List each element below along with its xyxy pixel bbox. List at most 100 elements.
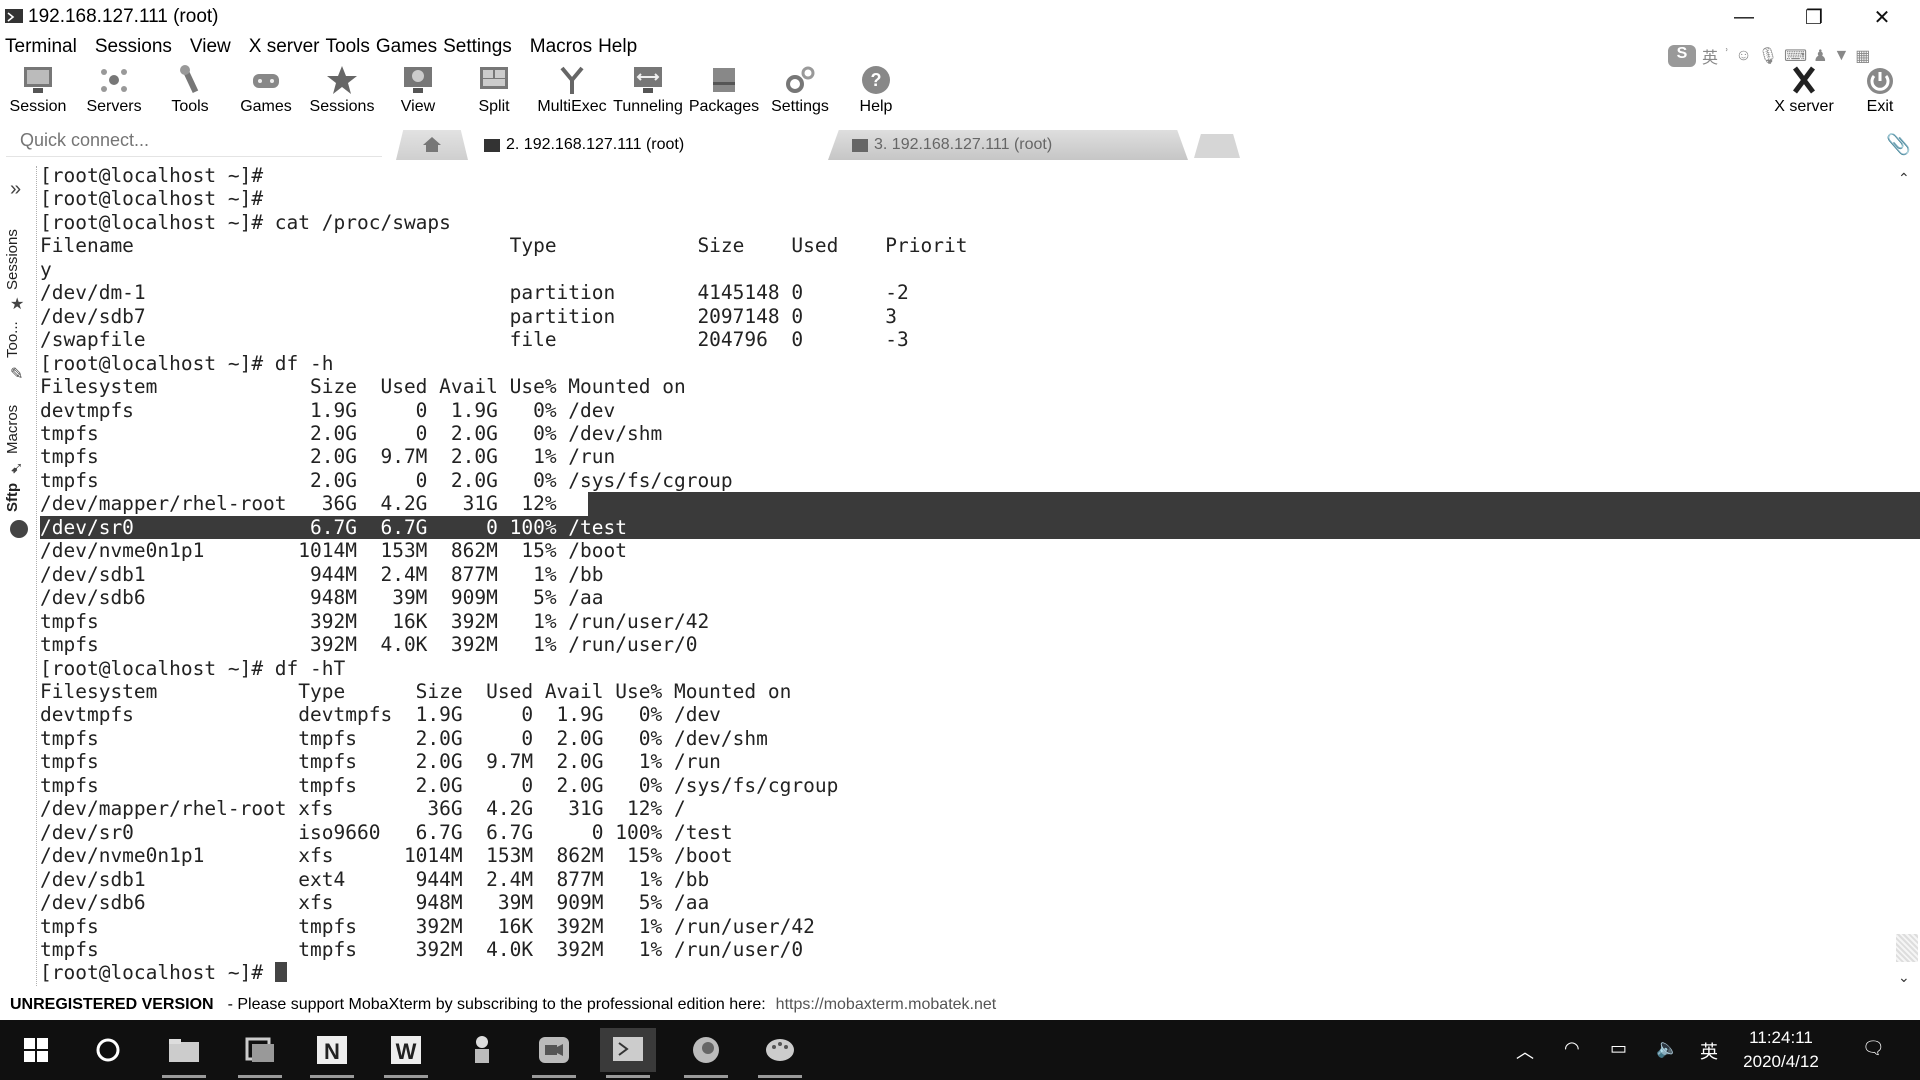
battery-icon[interactable]: ▭ (1610, 1038, 1627, 1059)
terminal-prompt-line: [root@localhost ~]# (40, 961, 1890, 984)
terminal-line: Filesystem Size Used Avail Use% Mounted … (40, 375, 686, 399)
sftp-globe-icon (10, 520, 28, 538)
onenote-icon: N (317, 1036, 347, 1064)
packages-button[interactable]: Packages (686, 62, 762, 120)
sidebar-tab-macros[interactable]: Macros (4, 405, 21, 454)
terminal-line: [root@localhost ~]# (40, 187, 264, 211)
show-hidden-icons-icon[interactable]: ︿ (1516, 1038, 1534, 1064)
sidebar-tab-sftp[interactable]: Sftp (4, 483, 21, 512)
restore-button[interactable]: ❐ (1784, 0, 1844, 34)
tunneling-button[interactable]: Tunneling (610, 62, 686, 120)
terminal-line: tmpfs 2.0G 0 2.0G 0% /sys/fs/cgroup (40, 468, 733, 492)
terminal-line: /dev/nvme0n1p1 xfs 1014M 153M 862M 15% /… (40, 844, 733, 868)
taskbar-word[interactable]: W (378, 1028, 434, 1078)
help-button[interactable]: ? Help (838, 62, 914, 120)
windows-taskbar: N W ︿ ◠ ▭ 🔈 英 11:24:11 2020/4/12 🗨 (0, 1020, 1920, 1080)
view-button[interactable]: View (380, 62, 456, 120)
clock-time: 11:24:11 (1749, 1028, 1813, 1047)
new-tab-button[interactable] (1194, 134, 1240, 158)
taskbar-file-explorer[interactable] (156, 1028, 212, 1078)
menu-settings[interactable]: Settings (443, 34, 512, 62)
menu-tools[interactable]: Tools (326, 34, 370, 62)
title-bar: 192.168.127.111 (root) — ❐ ✕ (0, 0, 1920, 34)
terminal-line: /dev/sr0 iso9660 6.7G 6.7G 0 100% /test (40, 820, 733, 844)
minimize-button[interactable]: — (1714, 0, 1774, 34)
search-button[interactable] (80, 1028, 136, 1072)
taskbar-video-app[interactable] (526, 1028, 582, 1078)
scroll-down-icon[interactable]: ⌄ (1898, 969, 1910, 986)
expand-sidebar-icon[interactable]: » (10, 178, 21, 201)
cortana-icon (96, 1038, 120, 1062)
menu-macros[interactable]: Macros (530, 34, 592, 62)
games-button[interactable]: Games (228, 62, 304, 120)
wifi-icon[interactable]: ◠ (1564, 1038, 1580, 1059)
terminal-selected-segment: / (568, 492, 581, 516)
settings-button[interactable]: Settings (762, 62, 838, 120)
terminal-scrollbar[interactable]: ⌃ ⌄ (1892, 164, 1918, 986)
terminal-line: [root@localhost ~]# df -hT (40, 656, 346, 680)
taskbar-firefox[interactable] (678, 1028, 734, 1078)
terminal-line: /dev/sdb1 ext4 944M 2.4M 877M 1% /bb (40, 867, 710, 891)
split-button[interactable]: Split (456, 62, 532, 120)
terminal-line: /dev/sdb1 944M 2.4M 877M 1% /bb (40, 562, 604, 586)
close-button[interactable]: ✕ (1852, 0, 1912, 34)
home-icon (423, 137, 441, 152)
terminal-line: /swapfile file 204796 0 -3 (40, 328, 909, 352)
tab-session-2[interactable]: 2. 192.168.127.111 (root) (476, 130, 816, 160)
camera-icon (539, 1037, 569, 1063)
sessions-button[interactable]: Sessions (304, 62, 380, 120)
figure-icon (475, 1036, 489, 1063)
menu-help[interactable]: Help (598, 34, 637, 62)
menu-x-server[interactable]: X server (249, 34, 320, 62)
session-button[interactable]: Session (0, 62, 76, 120)
tools-button[interactable]: Tools (152, 62, 228, 120)
menu-sessions[interactable]: Sessions (95, 34, 172, 62)
mobaxterm-icon (613, 1037, 643, 1061)
terminal-line: tmpfs tmpfs 392M 16K 392M 1% /run/user/4… (40, 914, 815, 938)
notification-center-icon[interactable]: 🗨 (1862, 1038, 1885, 1059)
scrollbar-thumb[interactable] (1896, 934, 1918, 962)
windows-logo-icon (24, 1038, 48, 1062)
sidebar-tab-sessions[interactable]: Sessions (4, 229, 21, 290)
taskbar-paint[interactable] (752, 1028, 808, 1078)
home-tab[interactable] (396, 130, 468, 160)
mobaxterm-app-icon[interactable] (4, 7, 24, 25)
terminal-line: /dev/sdb6 948M 39M 909M 5% /aa (40, 586, 604, 610)
terminal-line: tmpfs tmpfs 2.0G 0 2.0G 0% /dev/shm (40, 726, 768, 750)
svg-text:W: W (396, 1039, 417, 1064)
status-bar: UNREGISTERED VERSION - Please support Mo… (0, 992, 1920, 1018)
quick-connect-input[interactable] (6, 126, 382, 154)
multiexec-button[interactable]: MultiExec (534, 62, 610, 120)
terminal-text: [root@localhost ~]# [root@localhost ~]# [r… (40, 164, 1890, 985)
terminal-output[interactable]: [root@localhost ~]# [root@localhost ~]# [r… (40, 164, 1920, 986)
taskbar-clock[interactable]: 11:24:11 2020/4/12 (1736, 1026, 1826, 1074)
input-method-indicator[interactable]: 英 (1700, 1038, 1718, 1064)
unregistered-label: UNREGISTERED VERSION (10, 996, 214, 1013)
windows-stack-icon (245, 1037, 274, 1062)
star-icon: ★ (10, 296, 25, 313)
taskbar-onenote[interactable]: N (304, 1028, 360, 1078)
palette-icon (766, 1039, 794, 1061)
menu-games[interactable]: Games (376, 34, 437, 62)
left-sidebar: » Sessions ★ Too... ✎ Macros ➹ Sftp (0, 168, 38, 988)
start-button[interactable] (8, 1028, 64, 1072)
sidebar-tab-tools[interactable]: Too... (4, 321, 21, 358)
volume-icon[interactable]: 🔈 (1656, 1038, 1678, 1059)
help-icon: ? (862, 66, 890, 94)
menu-terminal[interactable]: Terminal (5, 34, 77, 62)
taskbar-mobaxterm[interactable] (600, 1028, 656, 1078)
minimize-icon: — (1734, 5, 1754, 28)
exit-button[interactable]: Exit (1842, 62, 1918, 120)
paperclip-icon[interactable]: 📎 (1886, 132, 1911, 157)
taskbar-app-figure[interactable] (454, 1028, 510, 1072)
firefox-icon (693, 1037, 719, 1063)
x-server-button[interactable]: X server (1766, 62, 1842, 120)
servers-button[interactable]: Servers (76, 62, 152, 120)
scroll-up-icon[interactable]: ⌃ (1898, 170, 1910, 187)
tab-session-3[interactable]: 3. 192.168.127.111 (root) (828, 130, 1188, 160)
sidebar-divider (36, 166, 37, 986)
taskbar-task-view[interactable] (232, 1028, 288, 1078)
tunneling-icon (634, 67, 662, 93)
mobatek-link[interactable]: https://mobaxterm.mobatek.net (776, 996, 997, 1014)
menu-view[interactable]: View (190, 34, 231, 62)
